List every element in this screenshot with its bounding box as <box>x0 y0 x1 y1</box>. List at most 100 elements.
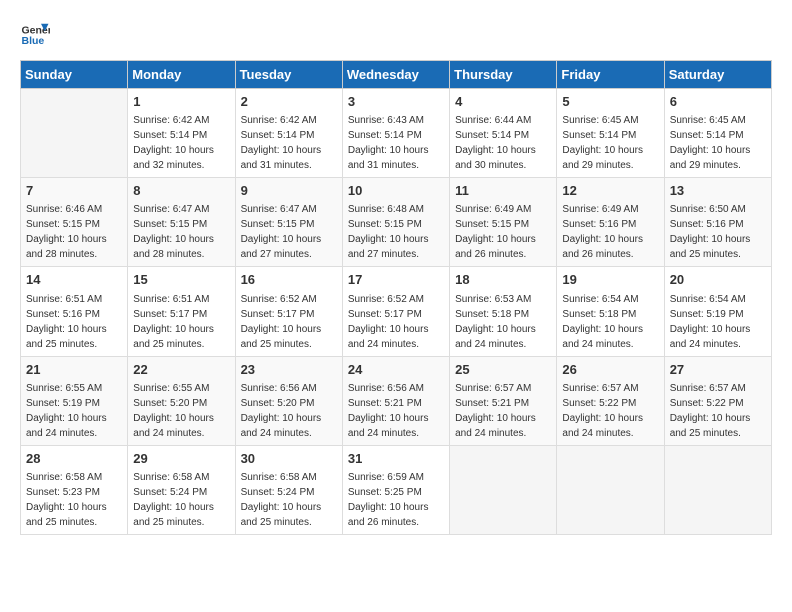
day-header-monday: Monday <box>128 61 235 89</box>
week-row-5: 28 Sunrise: 6:58 AM Sunset: 5:23 PM Dayli… <box>21 445 772 534</box>
day-info: Sunrise: 6:58 AM Sunset: 5:24 PM Dayligh… <box>133 470 229 530</box>
day-number: 8 <box>133 182 229 200</box>
day-cell-2: 2 Sunrise: 6:42 AM Sunset: 5:14 PM Daylig… <box>235 89 342 178</box>
day-info: Sunrise: 6:52 AM Sunset: 5:17 PM Dayligh… <box>348 292 444 352</box>
day-cell-6: 6 Sunrise: 6:45 AM Sunset: 5:14 PM Daylig… <box>664 89 771 178</box>
day-number: 1 <box>133 93 229 111</box>
day-info: Sunrise: 6:55 AM Sunset: 5:19 PM Dayligh… <box>26 381 122 441</box>
week-row-1: 1 Sunrise: 6:42 AM Sunset: 5:14 PM Daylig… <box>21 89 772 178</box>
day-info: Sunrise: 6:43 AM Sunset: 5:14 PM Dayligh… <box>348 113 444 173</box>
calendar-table: SundayMondayTuesdayWednesdayThursdayFrid… <box>20 60 772 535</box>
day-info: Sunrise: 6:42 AM Sunset: 5:14 PM Dayligh… <box>133 113 229 173</box>
day-cell-1: 1 Sunrise: 6:42 AM Sunset: 5:14 PM Daylig… <box>128 89 235 178</box>
day-info: Sunrise: 6:48 AM Sunset: 5:15 PM Dayligh… <box>348 202 444 262</box>
day-cell-9: 9Sunrise: 6:47 AM Sunset: 5:15 PM Daylig… <box>235 178 342 267</box>
day-info: Sunrise: 6:53 AM Sunset: 5:18 PM Dayligh… <box>455 292 551 352</box>
day-info: Sunrise: 6:45 AM Sunset: 5:14 PM Dayligh… <box>562 113 658 173</box>
day-info: Sunrise: 6:46 AM Sunset: 5:15 PM Dayligh… <box>26 202 122 262</box>
day-number: 11 <box>455 182 551 200</box>
week-row-4: 21Sunrise: 6:55 AM Sunset: 5:19 PM Dayli… <box>21 356 772 445</box>
day-number: 19 <box>562 271 658 289</box>
page-header: General Blue <box>20 20 772 50</box>
day-number: 9 <box>241 182 337 200</box>
day-info: Sunrise: 6:51 AM Sunset: 5:17 PM Dayligh… <box>133 292 229 352</box>
day-number: 27 <box>670 361 766 379</box>
day-number: 18 <box>455 271 551 289</box>
day-number: 29 <box>133 450 229 468</box>
day-info: Sunrise: 6:51 AM Sunset: 5:16 PM Dayligh… <box>26 292 122 352</box>
day-number: 31 <box>348 450 444 468</box>
day-cell-16: 16 Sunrise: 6:52 AM Sunset: 5:17 PM Dayli… <box>235 267 342 356</box>
day-header-saturday: Saturday <box>664 61 771 89</box>
week-row-3: 14 Sunrise: 6:51 AM Sunset: 5:16 PM Dayli… <box>21 267 772 356</box>
day-info: Sunrise: 6:57 AM Sunset: 5:22 PM Dayligh… <box>562 381 658 441</box>
day-number: 22 <box>133 361 229 379</box>
day-info: Sunrise: 6:44 AM Sunset: 5:14 PM Dayligh… <box>455 113 551 173</box>
day-info: Sunrise: 6:57 AM Sunset: 5:21 PM Dayligh… <box>455 381 551 441</box>
day-number: 14 <box>26 271 122 289</box>
logo: General Blue <box>20 20 50 50</box>
day-cell-29: 29 Sunrise: 6:58 AM Sunset: 5:24 PM Dayli… <box>128 445 235 534</box>
day-cell-13: 13 Sunrise: 6:50 AM Sunset: 5:16 PM Dayli… <box>664 178 771 267</box>
day-header-thursday: Thursday <box>450 61 557 89</box>
day-cell-4: 4Sunrise: 6:44 AM Sunset: 5:14 PM Daylig… <box>450 89 557 178</box>
day-info: Sunrise: 6:56 AM Sunset: 5:20 PM Dayligh… <box>241 381 337 441</box>
day-number: 23 <box>241 361 337 379</box>
day-headers-row: SundayMondayTuesdayWednesdayThursdayFrid… <box>21 61 772 89</box>
day-cell-5: 5 Sunrise: 6:45 AM Sunset: 5:14 PM Daylig… <box>557 89 664 178</box>
day-cell-12: 12 Sunrise: 6:49 AM Sunset: 5:16 PM Dayli… <box>557 178 664 267</box>
day-cell-26: 26Sunrise: 6:57 AM Sunset: 5:22 PM Dayli… <box>557 356 664 445</box>
day-number: 25 <box>455 361 551 379</box>
day-info: Sunrise: 6:58 AM Sunset: 5:24 PM Dayligh… <box>241 470 337 530</box>
day-info: Sunrise: 6:45 AM Sunset: 5:14 PM Dayligh… <box>670 113 766 173</box>
day-cell-14: 14 Sunrise: 6:51 AM Sunset: 5:16 PM Dayli… <box>21 267 128 356</box>
day-info: Sunrise: 6:49 AM Sunset: 5:16 PM Dayligh… <box>562 202 658 262</box>
day-number: 3 <box>348 93 444 111</box>
day-cell-11: 11 Sunrise: 6:49 AM Sunset: 5:15 PM Dayli… <box>450 178 557 267</box>
day-cell-3: 3 Sunrise: 6:43 AM Sunset: 5:14 PM Daylig… <box>342 89 449 178</box>
day-number: 6 <box>670 93 766 111</box>
day-cell-17: 17 Sunrise: 6:52 AM Sunset: 5:17 PM Dayli… <box>342 267 449 356</box>
day-cell-24: 24 Sunrise: 6:56 AM Sunset: 5:21 PM Dayli… <box>342 356 449 445</box>
day-info: Sunrise: 6:52 AM Sunset: 5:17 PM Dayligh… <box>241 292 337 352</box>
day-number: 2 <box>241 93 337 111</box>
day-cell-30: 30 Sunrise: 6:58 AM Sunset: 5:24 PM Dayli… <box>235 445 342 534</box>
day-number: 12 <box>562 182 658 200</box>
day-number: 16 <box>241 271 337 289</box>
day-cell-21: 21Sunrise: 6:55 AM Sunset: 5:19 PM Dayli… <box>21 356 128 445</box>
day-number: 5 <box>562 93 658 111</box>
day-cell-25: 25 Sunrise: 6:57 AM Sunset: 5:21 PM Dayli… <box>450 356 557 445</box>
day-number: 17 <box>348 271 444 289</box>
day-number: 13 <box>670 182 766 200</box>
day-info: Sunrise: 6:56 AM Sunset: 5:21 PM Dayligh… <box>348 381 444 441</box>
day-number: 24 <box>348 361 444 379</box>
day-cell-15: 15Sunrise: 6:51 AM Sunset: 5:17 PM Dayli… <box>128 267 235 356</box>
day-header-wednesday: Wednesday <box>342 61 449 89</box>
day-number: 20 <box>670 271 766 289</box>
logo-icon: General Blue <box>20 20 50 50</box>
day-cell-31: 31 Sunrise: 6:59 AM Sunset: 5:25 PM Dayli… <box>342 445 449 534</box>
day-info: Sunrise: 6:42 AM Sunset: 5:14 PM Dayligh… <box>241 113 337 173</box>
empty-cell <box>21 89 128 178</box>
day-info: Sunrise: 6:54 AM Sunset: 5:18 PM Dayligh… <box>562 292 658 352</box>
day-cell-18: 18 Sunrise: 6:53 AM Sunset: 5:18 PM Dayli… <box>450 267 557 356</box>
day-cell-20: 20 Sunrise: 6:54 AM Sunset: 5:19 PM Dayli… <box>664 267 771 356</box>
day-info: Sunrise: 6:59 AM Sunset: 5:25 PM Dayligh… <box>348 470 444 530</box>
day-cell-27: 27 Sunrise: 6:57 AM Sunset: 5:22 PM Dayli… <box>664 356 771 445</box>
day-number: 28 <box>26 450 122 468</box>
day-header-friday: Friday <box>557 61 664 89</box>
day-header-tuesday: Tuesday <box>235 61 342 89</box>
day-cell-10: 10Sunrise: 6:48 AM Sunset: 5:15 PM Dayli… <box>342 178 449 267</box>
day-cell-22: 22Sunrise: 6:55 AM Sunset: 5:20 PM Dayli… <box>128 356 235 445</box>
day-info: Sunrise: 6:49 AM Sunset: 5:15 PM Dayligh… <box>455 202 551 262</box>
day-info: Sunrise: 6:54 AM Sunset: 5:19 PM Dayligh… <box>670 292 766 352</box>
day-cell-19: 19 Sunrise: 6:54 AM Sunset: 5:18 PM Dayli… <box>557 267 664 356</box>
empty-cell <box>664 445 771 534</box>
day-number: 30 <box>241 450 337 468</box>
day-info: Sunrise: 6:58 AM Sunset: 5:23 PM Dayligh… <box>26 470 122 530</box>
empty-cell <box>557 445 664 534</box>
day-cell-7: 7Sunrise: 6:46 AM Sunset: 5:15 PM Daylig… <box>21 178 128 267</box>
day-info: Sunrise: 6:50 AM Sunset: 5:16 PM Dayligh… <box>670 202 766 262</box>
day-info: Sunrise: 6:57 AM Sunset: 5:22 PM Dayligh… <box>670 381 766 441</box>
day-cell-23: 23 Sunrise: 6:56 AM Sunset: 5:20 PM Dayli… <box>235 356 342 445</box>
